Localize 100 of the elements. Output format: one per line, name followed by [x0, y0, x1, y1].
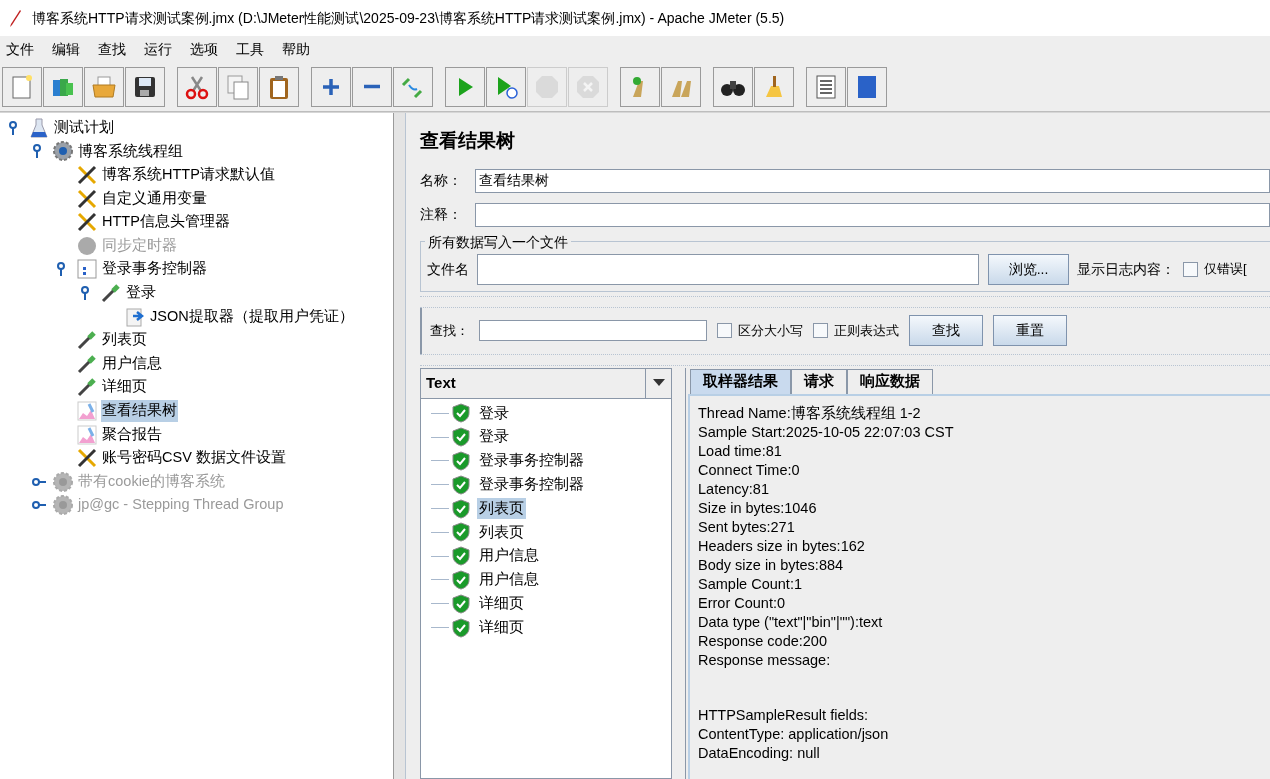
pipette-icon	[76, 352, 98, 375]
shield-check-icon	[451, 569, 471, 590]
tree-item[interactable]: HTTP信息头管理器	[101, 211, 231, 234]
checkbox[interactable]	[717, 323, 732, 338]
toolbar-button[interactable]	[125, 66, 165, 107]
result-item[interactable]: 列表页	[477, 497, 526, 520]
shield-check-icon	[451, 427, 471, 448]
menu-item[interactable]: 文件	[6, 38, 34, 60]
gear-icon	[52, 140, 74, 163]
splitter-handle[interactable]	[394, 113, 406, 779]
renderer-label: Text	[425, 372, 456, 393]
pipette-icon	[76, 376, 98, 399]
tree-item[interactable]: 测试计划	[53, 116, 115, 139]
panel-title: 查看结果树	[420, 129, 516, 153]
checkbox[interactable]	[1183, 261, 1198, 277]
result-line: Body size in bytes:884	[698, 555, 845, 575]
tree-item[interactable]: 列表页	[101, 329, 148, 351]
result-item[interactable]: 用户信息	[477, 545, 541, 568]
result-line: Headers size in bytes:162	[698, 536, 866, 556]
tree-item[interactable]: JSON提取器（提取用户凭证）	[149, 305, 355, 328]
tree-item[interactable]: 博客系统HTTP请求默认值	[101, 164, 276, 186]
tab[interactable]: 取样器结果	[690, 368, 791, 394]
splitter-handle[interactable]	[420, 353, 1270, 366]
filename-field[interactable]	[477, 253, 979, 285]
tree-item[interactable]: 用户信息	[101, 352, 163, 375]
browse-button[interactable]: 浏览...	[988, 253, 1069, 285]
result-item[interactable]: 列表页	[477, 521, 526, 544]
find-button[interactable]: 查找	[909, 315, 983, 346]
renderer-dropdown[interactable]: Text	[421, 368, 671, 399]
result-line: Sent bytes:271	[698, 517, 796, 537]
dropdown-arrow-icon	[652, 379, 665, 387]
checkbox-label: 区分大小写	[738, 321, 803, 340]
tree-item[interactable]: 登录	[125, 282, 157, 304]
checkbox-label: 仅错误[	[1204, 260, 1247, 279]
menu-item[interactable]: 工具	[236, 38, 264, 60]
gear-icon	[52, 470, 74, 493]
result-line: Connect Time:0	[698, 460, 801, 480]
result-line: Thread Name:博客系统线程组 1-2	[698, 403, 922, 423]
search-field[interactable]	[479, 320, 707, 341]
field-label: 查找：	[430, 321, 469, 340]
shield-check-icon	[451, 474, 471, 495]
shield-check-icon	[451, 522, 471, 543]
clock-icon	[76, 234, 98, 257]
tools-icon	[76, 164, 98, 186]
window-icon	[76, 258, 98, 281]
tree-item[interactable]: 博客系统线程组	[77, 140, 184, 163]
shield-check-icon	[451, 403, 471, 424]
result-item[interactable]: 登录事务控制器	[477, 473, 586, 496]
result-line: Size in bytes:1046	[698, 498, 818, 518]
result-item[interactable]: 用户信息	[477, 569, 541, 591]
pipette-icon	[76, 329, 98, 352]
menu-item[interactable]: 查找	[98, 38, 126, 60]
flask-icon	[28, 116, 50, 139]
tab[interactable]: 请求	[791, 368, 847, 394]
result-line: DataEncoding: null	[698, 743, 821, 763]
result-line: Response message:	[698, 650, 832, 670]
tools-icon	[76, 211, 98, 234]
result-line: ContentType: application/json	[698, 724, 890, 744]
result-item[interactable]: 详细页	[477, 592, 526, 615]
checkbox-label: 正则表达式	[834, 321, 899, 340]
menu-item[interactable]: 编辑	[52, 38, 80, 60]
tree-item[interactable]: 查看结果树	[101, 400, 178, 422]
document-arrow-icon	[124, 305, 146, 328]
tree-item[interactable]: 登录事务控制器	[101, 258, 208, 281]
tree-item[interactable]: 详细页	[101, 376, 148, 399]
name-field[interactable]: 查看结果树	[475, 168, 1270, 193]
field-label: 名称：	[420, 171, 463, 190]
result-item[interactable]: 登录	[477, 426, 511, 449]
field-label: 显示日志内容：	[1077, 259, 1175, 279]
splitter-handle[interactable]	[420, 295, 1270, 308]
shield-check-icon	[451, 498, 471, 519]
result-item[interactable]: 登录	[477, 402, 511, 425]
tools-icon	[76, 187, 98, 210]
result-item[interactable]: 登录事务控制器	[477, 450, 586, 472]
result-line: Response code:200	[698, 631, 828, 651]
tree-item[interactable]: 自定义通用变量	[101, 187, 208, 210]
shield-check-icon	[451, 451, 471, 471]
checkbox[interactable]	[813, 323, 828, 338]
result-line: HTTPSampleResult fields:	[698, 705, 870, 725]
menu-item[interactable]: 选项	[190, 38, 218, 60]
minus-icon	[363, 84, 381, 89]
tree-item[interactable]: 账号密码CSV 数据文件设置	[101, 447, 287, 469]
field-label: 文件名	[427, 259, 469, 279]
pipette-icon	[100, 281, 122, 304]
tools-icon	[76, 447, 98, 470]
result-line: Sample Count:1	[698, 574, 803, 594]
shield-check-icon	[451, 617, 471, 638]
result-line: Data type ("text"|"bin"|""):text	[698, 612, 884, 632]
comment-field[interactable]	[475, 202, 1270, 227]
shield-check-icon	[451, 593, 471, 614]
result-item[interactable]: 详细页	[477, 616, 526, 639]
window-title: 博客系统HTTP请求测试案例.jmx (D:\JMeter性能测试\2025-09-23\博客系统HTTP请求测试案例.jmx) - Apache JMeter (5.5)	[32, 8, 785, 28]
menu-item[interactable]: 运行	[144, 38, 172, 60]
reset-button[interactable]: 重置	[993, 315, 1067, 346]
gear-icon	[52, 494, 74, 517]
tree-item[interactable]: 聚合报告	[101, 423, 163, 446]
toolbar-button[interactable]	[713, 66, 753, 107]
result-line: Load time:81	[698, 441, 783, 461]
tab[interactable]: 响应数据	[847, 368, 933, 394]
menu-item[interactable]: 帮助	[282, 38, 310, 60]
